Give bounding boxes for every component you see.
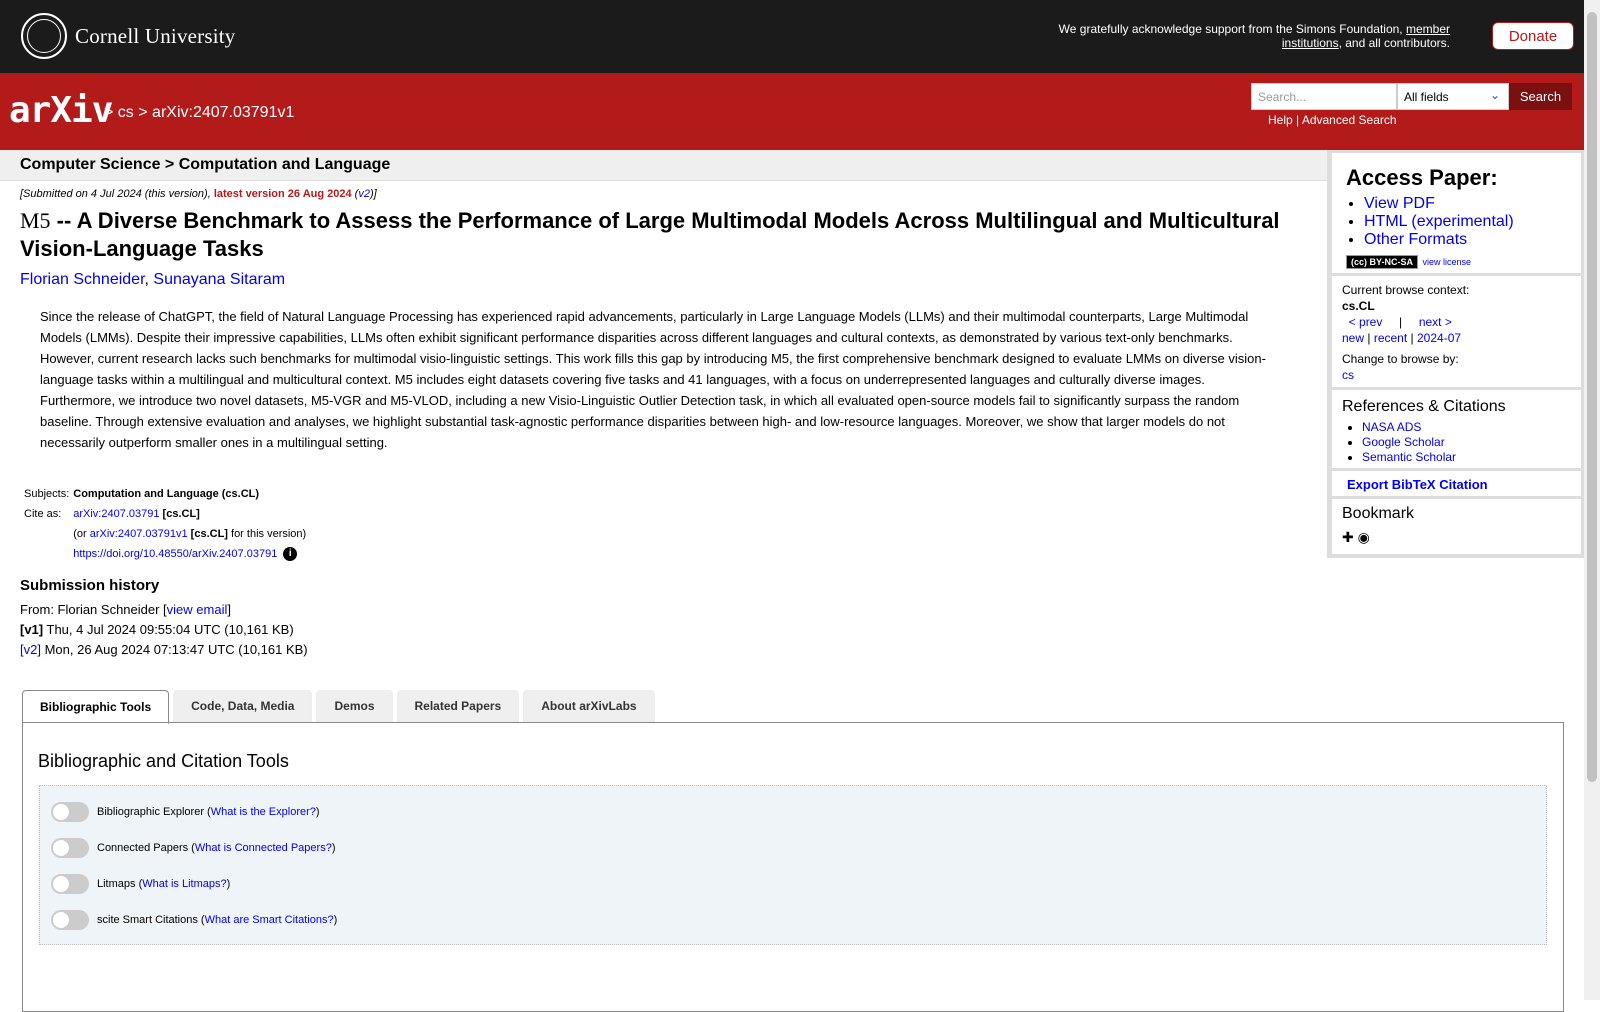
access-paper-box: Access Paper: View PDF HTML (experimenta…	[1332, 153, 1581, 273]
prev-link[interactable]: < prev	[1349, 315, 1383, 329]
abstract: Since the release of ChatGPT, the field …	[40, 309, 1266, 450]
breadcrumb: > cs > arXiv:2407.03791v1	[104, 104, 295, 121]
tab-bar: Bibliographic Tools Code, Data, Media De…	[22, 690, 659, 724]
sidebar: Access Paper: View PDF HTML (experimenta…	[1327, 150, 1584, 558]
submission-history: Submission history From: Florian Schneid…	[20, 577, 308, 657]
tab-related-papers[interactable]: Related Papers	[396, 690, 520, 722]
recent-link[interactable]: recent	[1374, 331, 1407, 345]
breadcrumb-cs[interactable]: cs	[118, 104, 134, 121]
acknowledgement: We gratefully acknowledge support from t…	[1058, 22, 1450, 50]
reddit-icon[interactable]: ◉	[1358, 529, 1370, 545]
cite-link[interactable]: arXiv:2407.03791	[73, 508, 159, 520]
top-banner: Cornell University We gratefully acknowl…	[0, 0, 1584, 73]
cornell-seal-icon	[21, 13, 67, 59]
author-link[interactable]: Sunayana Sitaram	[153, 271, 285, 288]
bibtex-box: Export BibTeX Citation	[1332, 471, 1581, 496]
submission-date: [Submitted on 4 Jul 2024 (this version),…	[20, 188, 377, 200]
subject-bar: Computer Science > Computation and Langu…	[0, 150, 1327, 181]
tool-row: Litmaps (What is Litmaps?)	[51, 874, 230, 894]
tab-about-arxivlabs[interactable]: About arXivLabs	[523, 690, 655, 722]
arxiv-header: arXiv > cs > arXiv:2407.03791v1 Search..…	[0, 73, 1584, 150]
browse-context: cs.CL	[1342, 299, 1375, 313]
v2-history-link[interactable]: [v2]	[20, 642, 41, 657]
help-link[interactable]: Help	[1268, 113, 1293, 127]
authors: Florian Schneider, Sunayana Sitaram	[20, 271, 286, 288]
bibsonomy-icon[interactable]: ✚	[1342, 529, 1354, 545]
toggle-switch[interactable]	[51, 838, 89, 858]
tools-panel: Bibliographic and Citation Tools Bibliog…	[22, 722, 1564, 1012]
tools-title: Bibliographic and Citation Tools	[38, 751, 289, 771]
author-link[interactable]: Florian Schneider	[20, 271, 145, 288]
paper-main: [Submitted on 4 Jul 2024 (this version),…	[20, 187, 1320, 453]
subjects-value: Computation and Language (cs.CL)	[73, 488, 260, 500]
toggle-switch[interactable]	[51, 802, 89, 822]
tool-row: scite Smart Citations (What are Smart Ci…	[51, 910, 337, 930]
export-bibtex-link[interactable]: Export BibTeX Citation	[1332, 471, 1581, 498]
other-formats-link[interactable]: Other Formats	[1364, 231, 1467, 248]
view-email-link[interactable]: view email	[167, 602, 228, 617]
search-links: Help | Advanced Search	[1268, 113, 1397, 127]
toggle-switch[interactable]	[51, 910, 89, 930]
browse-cs-link[interactable]: cs	[1342, 368, 1354, 382]
donate-button[interactable]: Donate	[1492, 22, 1574, 50]
tool-help-link[interactable]: What is Connected Papers?	[195, 842, 332, 854]
subject-heading: Computer Science > Computation and Langu…	[20, 156, 391, 173]
search-field-select[interactable]: All fields ⌄	[1397, 83, 1509, 110]
tool-row: Bibliographic Explorer (What is the Expl…	[51, 802, 320, 822]
advanced-search-link[interactable]: Advanced Search	[1302, 113, 1397, 127]
toggle-switch[interactable]	[51, 874, 89, 894]
cornell-logo[interactable]: Cornell University	[21, 13, 236, 59]
breadcrumb-paper-id: arXiv:2407.03791v1	[152, 104, 295, 121]
cite-v1-link[interactable]: arXiv:2407.03791v1	[90, 528, 188, 540]
chevron-down-icon: ⌄	[1489, 88, 1500, 102]
search-input[interactable]: Search...	[1251, 83, 1397, 110]
tool-row: Connected Papers (What is Connected Pape…	[51, 838, 335, 858]
search-button[interactable]: Search	[1509, 83, 1572, 110]
semantic-scholar-link[interactable]: Semantic Scholar	[1362, 450, 1456, 464]
references-box: References & Citations NASA ADS Google S…	[1332, 390, 1581, 468]
view-license-link[interactable]: view license	[1422, 257, 1471, 267]
bookmark-box: Bookmark ✚ ◉	[1332, 499, 1581, 554]
page-scrollbar[interactable]	[1584, 0, 1600, 1000]
html-link[interactable]: HTML (experimental)	[1364, 213, 1514, 230]
tool-help-link[interactable]: What is the Explorer?	[211, 806, 316, 818]
cc-license-badge[interactable]: (cc) BY-NC-SA	[1346, 255, 1419, 269]
month-link[interactable]: 2024-07	[1417, 331, 1461, 345]
latest-version: latest version 26 Aug 2024	[213, 188, 352, 200]
info-icon[interactable]: i	[283, 547, 298, 561]
view-pdf-link[interactable]: View PDF	[1364, 195, 1435, 212]
tool-help-link[interactable]: What are Smart Citations?	[205, 914, 334, 926]
tab-bibliographic-tools[interactable]: Bibliographic Tools	[22, 690, 170, 724]
browse-context-box: Current browse context: cs.CL < prev | n…	[1332, 276, 1581, 387]
tab-code-data-media[interactable]: Code, Data, Media	[173, 690, 313, 722]
university-name: Cornell University	[75, 23, 236, 48]
new-link[interactable]: new	[1342, 331, 1364, 345]
v2-link[interactable]: v2	[358, 188, 370, 200]
paper-title: M5 -- A Diverse Benchmark to Assess the …	[20, 208, 1280, 261]
tools-list: Bibliographic Explorer (What is the Expl…	[39, 785, 1547, 945]
nasa-ads-link[interactable]: NASA ADS	[1362, 420, 1421, 434]
doi-link[interactable]: https://doi.org/10.48550/arXiv.2407.0379…	[73, 548, 277, 560]
arxiv-logo[interactable]: arXiv	[9, 90, 113, 131]
tab-demos[interactable]: Demos	[316, 690, 393, 722]
google-scholar-link[interactable]: Google Scholar	[1362, 435, 1445, 449]
metadata-table: Subjects: Computation and Language (cs.C…	[22, 484, 308, 564]
scrollbar-thumb[interactable]	[1587, 12, 1597, 782]
next-link[interactable]: next >	[1419, 315, 1452, 329]
tool-help-link[interactable]: What is Litmaps?	[142, 878, 226, 890]
